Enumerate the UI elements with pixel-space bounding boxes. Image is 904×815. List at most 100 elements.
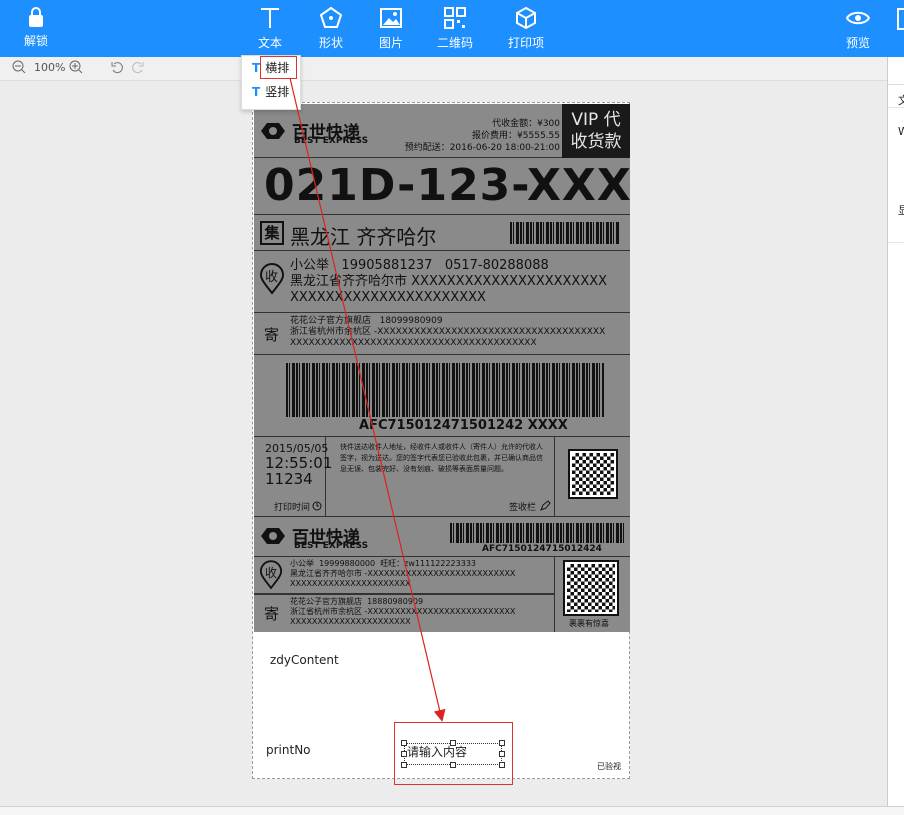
info-row: 2015/05/05 12:55:01 11234 打印时间 快件送达收件人地址… — [254, 437, 630, 517]
sender-phone: 18099980909 — [379, 316, 443, 326]
image-tool-button[interactable]: 图片 — [376, 6, 406, 51]
barcode-row: AFC715012471501242 XXXX — [254, 355, 630, 437]
unlock-label: 解锁 — [23, 34, 48, 48]
pentagon-icon — [319, 6, 343, 28]
text-tool-button[interactable]: 文本 — [255, 6, 285, 51]
receiver-row: 收 小公举 19905881237 0517-80288088 黑龙江省齐齐哈尔… — [254, 251, 630, 313]
receiver-tel: 0517-80288088 — [444, 258, 549, 273]
sender-row: 寄 花花公子官方旗舰店 18099980909 浙江省杭州市余杭区 -XXXXX… — [254, 313, 630, 355]
zoom-level: 100% — [34, 61, 66, 74]
text-t-icon: T — [252, 85, 261, 99]
sender-tag: 寄 — [264, 326, 280, 344]
sort-code-row: 021D-123-XXX — [254, 158, 630, 215]
destination-row: 集 黑龙江 齐齐哈尔 — [254, 215, 630, 251]
stub-receiver-name: 小公举 — [290, 559, 314, 568]
annotation-highlight-box — [394, 722, 513, 785]
panel-label-3: 显 — [898, 204, 904, 217]
preview-label: 预览 — [845, 36, 870, 50]
text-t-icon: T — [252, 61, 261, 75]
property-panel: 文 W 显 — [887, 57, 904, 807]
stub-receiver-address-1: 黑龙江省齐齐哈尔市 -XXXXXXXXXXXXXXXXXXXXXXXXXXX — [290, 569, 516, 578]
redo-icon[interactable] — [131, 60, 145, 74]
receiver-name: 小公举 — [290, 258, 330, 273]
stub-receiver-address-2: XXXXXXXXXXXXXXXXXXXXXX — [290, 579, 411, 588]
best-logo-icon-2 — [261, 528, 285, 544]
stub-sender-tag: 寄 — [264, 605, 280, 623]
unlock-button[interactable]: 解锁 — [22, 6, 50, 49]
verified-text: 已验视 — [597, 762, 621, 771]
print-time-label: 打印时间 — [274, 503, 311, 513]
time: 12:55:01 — [265, 454, 333, 472]
image-tool-label: 图片 — [378, 36, 403, 50]
vertical-text-label: 竖排 — [265, 85, 290, 99]
label-header: 百世快递 BEST EXPRESS 代收金额：¥300 报价费用：¥5555.5… — [254, 104, 630, 158]
serial-number: 11234 — [265, 470, 313, 488]
design-canvas[interactable]: 百世快递 BEST EXPRESS 代收金额：¥300 报价费用：¥5555.5… — [252, 102, 630, 779]
zoom-in-icon[interactable] — [69, 60, 83, 74]
stub-sender-address-1: 浙江省杭州市余杭区 -XXXXXXXXXXXXXXXXXXXXXXXXXXX — [290, 607, 516, 616]
collect-tag: 集 — [260, 221, 284, 245]
stub-sender-address-2: XXXXXXXXXXXXXXXXXXXXXX — [290, 617, 411, 626]
vip-line2: 收货款 — [570, 132, 622, 152]
zoom-out-icon[interactable] — [12, 60, 26, 74]
sign-label: 签收栏 — [509, 503, 537, 513]
annotation-highlight-menu — [260, 56, 297, 79]
vertical-text-option[interactable]: T 竖排 — [252, 82, 289, 102]
top-toolbar: 解锁 文本 形状 图片 二维码 打印项 预览 — [0, 0, 904, 57]
lock-icon — [29, 7, 43, 27]
receiver-address-2: XXXXXXXXXXXXXXXXXXXXXX — [290, 290, 486, 305]
panel-label-2: W — [898, 125, 904, 138]
pencil-icon — [540, 500, 551, 511]
stub-receiver-phone: 19999880000 — [319, 559, 376, 568]
text-tool-label: 文本 — [257, 36, 282, 50]
text-icon — [261, 8, 279, 28]
qr-code-1 — [568, 449, 618, 499]
zoom-bar: 100% — [0, 57, 887, 81]
receiver-address-1: 黑龙江省齐齐哈尔市 XXXXXXXXXXXXXXXXXXXXXX — [290, 274, 608, 289]
cod-amount: 代收金额：¥300 — [492, 119, 560, 129]
qrcode-tool-label: 二维码 — [436, 36, 473, 50]
print-no-field[interactable]: printNo — [266, 743, 311, 757]
sender-address-1: 浙江省杭州市余杭区 -XXXXXXXXXXXXXXXXXXXXXXXXXXXXX… — [290, 327, 606, 337]
undo-icon[interactable] — [110, 60, 124, 74]
express-label: 百世快递 BEST EXPRESS 代收金额：¥300 报价费用：¥5555.5… — [254, 104, 630, 632]
more-icon[interactable] — [897, 8, 904, 30]
best-logo-icon — [261, 123, 285, 139]
stub-barcode — [450, 523, 624, 543]
print-item-button[interactable]: 打印项 — [506, 6, 546, 51]
sender-name: 花花公子官方旗舰店 — [290, 316, 372, 326]
stub-sender-name: 花花公子官方旗舰店 — [290, 597, 362, 606]
main-barcode — [286, 363, 604, 417]
vip-line1: VIP 代 — [571, 110, 621, 130]
shape-tool-button[interactable]: 形状 — [316, 6, 346, 51]
insured-fee: 报价费用：¥5555.55 — [472, 131, 560, 141]
stub-tracking: AFC7150124715012424 — [482, 544, 602, 554]
sender-address-2: XXXXXXXXXXXXXXXXXXXXXXXXXXXXXXXXXXXXXXXX — [290, 338, 537, 348]
eye-icon — [846, 11, 870, 25]
zdy-content-field[interactable]: zdyContent — [270, 653, 339, 667]
qrcode-icon — [444, 7, 466, 29]
tracking-number: AFC715012471501242 XXXX — [359, 418, 568, 433]
delivery-notice: 快件送达收件人地址，经收件人或收件人（寄件人）允许的代收人签字，视为送达。您的签… — [340, 443, 543, 473]
preview-button[interactable]: 预览 — [845, 6, 871, 51]
surprise-text: 裹裹有惊喜 — [569, 619, 609, 628]
print-item-label: 打印项 — [507, 36, 544, 50]
stub-receiver-tag: 收 — [265, 566, 278, 580]
stub-brand-english: BEST EXPRESS — [294, 541, 369, 551]
destination-barcode — [510, 222, 620, 244]
destination: 黑龙江 齐齐哈尔 — [290, 225, 437, 249]
stub-sender-row: 寄 花花公子官方旗舰店 18880980909 浙江省杭州市余杭区 -XXXXX… — [254, 594, 554, 632]
sort-code: 021D-123-XXX — [264, 160, 630, 211]
panel-label-1: 文 — [898, 94, 904, 107]
brand-english: BEST EXPRESS — [294, 136, 369, 146]
qrcode-tool-button[interactable]: 二维码 — [436, 6, 474, 51]
scheduled-delivery: 预约配送：2016-06-20 18:00-21:00 — [404, 143, 560, 153]
receiver-tag: 收 — [265, 270, 279, 285]
stub-wangwang: 旺旺：zw111122223333 — [380, 559, 477, 568]
stub-receiver-row: 收 小公举 19999880000 旺旺：zw111122223333 黑龙江省… — [254, 557, 554, 594]
stub-sender-phone: 18880980909 — [367, 597, 424, 606]
qr-code-2 — [563, 560, 619, 616]
stub-header: 百世快递 BEST EXPRESS AFC7150124715012424 — [254, 517, 630, 557]
image-icon — [380, 8, 402, 28]
bottom-scrollbar[interactable] — [0, 806, 904, 815]
